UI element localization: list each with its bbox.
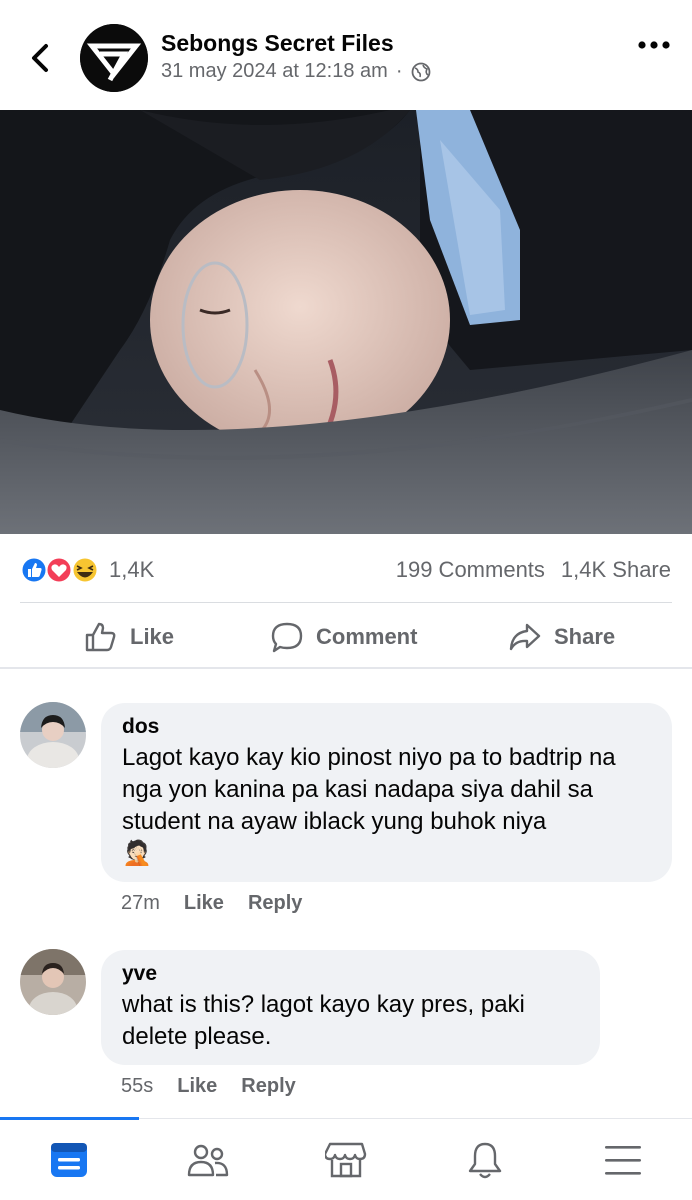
- comment-body: Lagot kayo kay kio pinost niyo pa to bad…: [122, 744, 616, 835]
- post-header: Sebongs Secret Files 31 may 2024 at 12:1…: [0, 0, 692, 110]
- comment-avatar-yve[interactable]: [20, 949, 86, 1015]
- comment-author[interactable]: yve: [122, 961, 580, 987]
- meta-separator: ·: [395, 60, 403, 82]
- actions-divider: [0, 667, 692, 669]
- bell-icon: [468, 1142, 502, 1179]
- marketplace-icon: [325, 1142, 367, 1178]
- comment-label: Comment: [316, 624, 418, 649]
- tab-friends[interactable]: [139, 1119, 277, 1200]
- comment-reply-button[interactable]: Reply: [241, 1075, 295, 1098]
- like-button[interactable]: Like: [84, 616, 174, 658]
- comment-text: Lagot kayo kay kio pinost niyo pa to bad…: [122, 742, 652, 870]
- bottom-tab-bar: [0, 1117, 692, 1200]
- page-avatar[interactable]: [80, 24, 148, 92]
- post-actions: Like Comment Share: [0, 608, 692, 666]
- stats-divider: [20, 602, 672, 603]
- comment-avatar-dos[interactable]: [20, 702, 86, 768]
- love-reaction-icon: [45, 556, 73, 584]
- post-stats: 1,4K 199 Comments 1,4K Share: [0, 545, 692, 593]
- tab-menu[interactable]: [554, 1119, 692, 1200]
- avatar-photo: [20, 702, 86, 768]
- chevron-left-icon: [32, 44, 48, 72]
- page-logo: [80, 24, 148, 92]
- share-count[interactable]: 1,4K Share: [561, 557, 671, 583]
- comment-reply-button[interactable]: Reply: [248, 892, 302, 915]
- comment-meta-dos: 27m Like Reply: [121, 892, 326, 915]
- comment-author[interactable]: dos: [122, 714, 652, 740]
- tab-marketplace[interactable]: [277, 1119, 415, 1200]
- tab-notifications[interactable]: [416, 1119, 554, 1200]
- comment-count[interactable]: 199 Comments: [396, 557, 545, 583]
- post-photo[interactable]: [0, 110, 692, 534]
- haha-reaction-icon: [71, 556, 99, 584]
- page-name[interactable]: Sebongs Secret Files: [161, 30, 394, 57]
- comment-icon: [271, 622, 303, 653]
- more-horizontal-icon: [638, 41, 670, 49]
- comment-like-button[interactable]: Like: [177, 1075, 217, 1098]
- avatar-photo: [20, 949, 86, 1015]
- thumbs-up-icon: [85, 622, 116, 652]
- comment-button[interactable]: Comment: [270, 616, 417, 658]
- comment-time: 55s: [121, 1075, 154, 1097]
- more-options-button[interactable]: [636, 38, 672, 52]
- globe-icon: [411, 62, 430, 81]
- tab-feed[interactable]: [0, 1119, 138, 1200]
- photo-illustration: [0, 110, 692, 534]
- reactions-icon-group[interactable]: [20, 556, 102, 584]
- share-button[interactable]: Share: [508, 616, 615, 658]
- back-button[interactable]: [26, 38, 56, 78]
- comment-bubble-dos[interactable]: dos Lagot kayo kay kio pinost niyo pa to…: [101, 703, 672, 882]
- comment-meta-yve: 55s Like Reply: [121, 1075, 320, 1098]
- like-label: Like: [130, 624, 175, 649]
- menu-icon: [605, 1146, 641, 1175]
- comment-time: 27m: [121, 892, 160, 914]
- share-label: Share: [554, 624, 616, 649]
- comment-body: what is this? lagot kayo kay pres, paki …: [122, 991, 525, 1050]
- post-timestamp[interactable]: 31 may 2024 at 12:18 am: [161, 60, 388, 83]
- friends-icon: [187, 1144, 229, 1177]
- feed-icon: [51, 1143, 87, 1177]
- share-icon: [509, 623, 541, 651]
- engagement-counts: 199 Comments 1,4K Share: [396, 557, 671, 583]
- like-reaction-icon: [20, 556, 48, 584]
- post-meta: 31 may 2024 at 12:18 am ·: [161, 60, 431, 83]
- comment-like-button[interactable]: Like: [184, 892, 224, 915]
- facepalm-emoji: 🤦🏻: [122, 840, 152, 867]
- comment-bubble-yve[interactable]: yve what is this? lagot kayo kay pres, p…: [101, 950, 600, 1065]
- reaction-count[interactable]: 1,4K: [109, 557, 154, 583]
